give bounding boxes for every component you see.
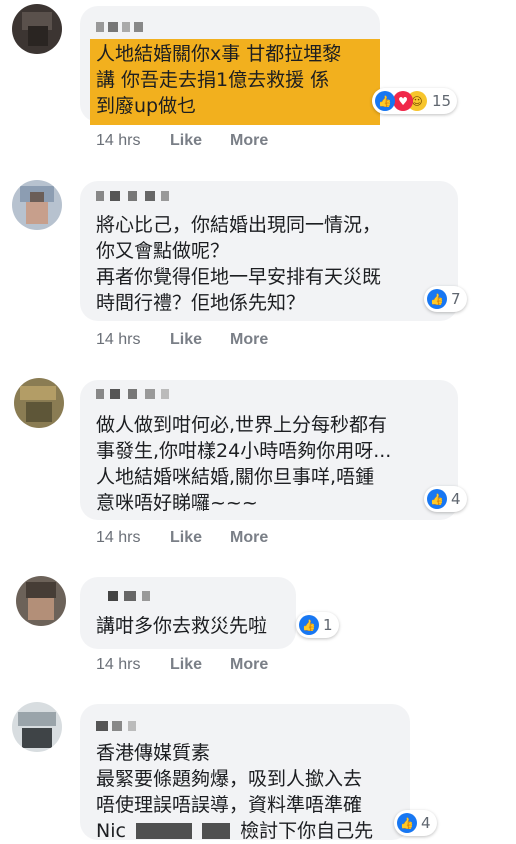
- comment-text: 將心比己，你結婚出現同一情況， 你又會點做呢？ 再者你覺得佢地一早安排有天災既 …: [96, 214, 382, 314]
- commenter-name-blurred[interactable]: [96, 384, 169, 399]
- timestamp[interactable]: 14 hrs: [96, 656, 140, 674]
- redacted-name: [136, 823, 192, 839]
- more-link[interactable]: More: [230, 529, 268, 547]
- reaction-count[interactable]: 👍 4: [424, 486, 467, 512]
- like-link[interactable]: Like: [170, 656, 202, 674]
- timestamp[interactable]: 14 hrs: [96, 132, 140, 150]
- like-link[interactable]: Like: [170, 331, 202, 349]
- avatar[interactable]: [12, 702, 62, 752]
- commenter-name-blurred[interactable]: [96, 17, 143, 32]
- timestamp[interactable]: 14 hrs: [96, 331, 140, 349]
- thumbs-up-icon: 👍: [427, 489, 447, 509]
- timestamp[interactable]: 14 hrs: [96, 529, 140, 547]
- like-link[interactable]: Like: [170, 132, 202, 150]
- thumbs-up-icon: 👍: [427, 289, 447, 309]
- avatar[interactable]: [16, 576, 66, 626]
- more-link[interactable]: More: [230, 132, 268, 150]
- reaction-count[interactable]: 👍 4: [394, 810, 437, 836]
- reaction-count[interactable]: 👍 1: [296, 612, 339, 638]
- like-link[interactable]: Like: [170, 529, 202, 547]
- reaction-count[interactable]: 👍 7: [424, 286, 467, 312]
- more-link[interactable]: More: [230, 331, 268, 349]
- avatar[interactable]: [12, 180, 62, 230]
- thumbs-up-icon: 👍: [299, 615, 319, 635]
- comment-text-last-line: Nic 檢討下你自己先: [96, 820, 374, 842]
- avatar[interactable]: [12, 4, 62, 54]
- redacted-name: [202, 823, 231, 839]
- thumbs-up-icon: 👍: [397, 813, 417, 833]
- commenter-name-blurred[interactable]: [96, 186, 169, 201]
- commenter-name-blurred[interactable]: [108, 586, 150, 601]
- reaction-count[interactable]: 👍 ♥ ☺ 15: [372, 88, 458, 114]
- comment-text-highlighted: 人地結婚關你x事 甘都拉埋黎 講 你吾走去捐1億去救援 係 到廢up做乜: [90, 39, 380, 125]
- comment-text: 做人做到咁何必,世界上分每秒都有 事發生,你咁樣24小時唔夠你用呀... 人地結…: [96, 414, 392, 514]
- more-link[interactable]: More: [230, 656, 268, 674]
- thumbs-up-icon: 👍: [375, 91, 395, 111]
- comment-text: 講咁多你去救災先啦: [96, 615, 268, 637]
- commenter-name-blurred[interactable]: [96, 716, 136, 731]
- comment-text: 香港傳媒質素 最緊要條題夠爆，吸到人撳入去 唔使理誤唔誤導，資料準唔準確: [96, 742, 363, 816]
- heart-icon: ♥: [393, 91, 413, 111]
- avatar[interactable]: [14, 378, 64, 428]
